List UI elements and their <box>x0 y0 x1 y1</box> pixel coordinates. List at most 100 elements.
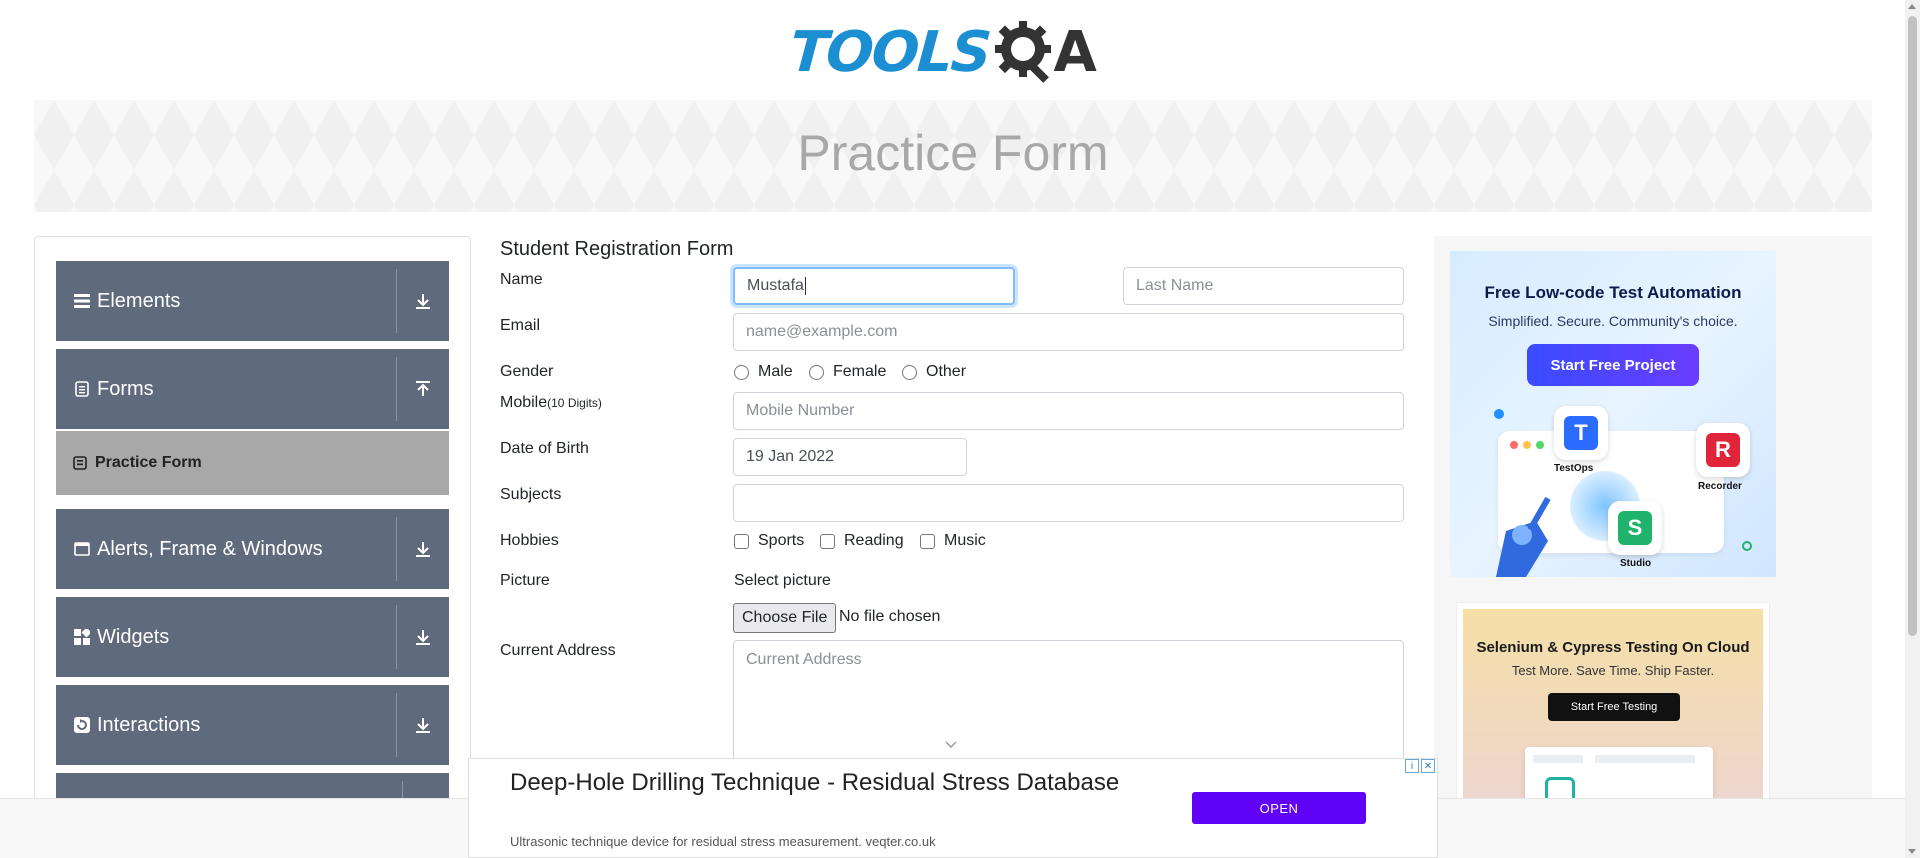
ad-title: Free Low-code Test Automation <box>1484 283 1742 302</box>
gender-radio-female[interactable]: Female <box>809 363 886 381</box>
sidebar-item-practice-form[interactable]: Practice Form <box>56 431 449 495</box>
info-icon[interactable]: i <box>1405 759 1419 773</box>
radio-label: Male <box>758 363 793 380</box>
logo-a-text: A <box>1053 19 1097 85</box>
sidebar: Elements Forms Practice Form Alerts, Fra… <box>34 236 471 858</box>
logo-tools-text: TOOLS <box>787 19 992 85</box>
sidebar-group-label: Interactions <box>97 713 201 736</box>
sidebar-group-widgets[interactable]: Widgets <box>56 597 449 677</box>
gender-radio-male[interactable]: Male <box>734 363 793 381</box>
document-icon <box>73 380 91 398</box>
form-title: Student Registration Form <box>500 238 734 260</box>
upload-arrow-icon[interactable] <box>397 381 449 397</box>
subjects-input[interactable] <box>733 484 1404 522</box>
mobile-label-text: Mobile <box>500 394 548 411</box>
download-arrow-icon[interactable] <box>397 717 449 733</box>
page-banner: Practice Form <box>34 100 1872 212</box>
window-dots <box>1510 441 1544 449</box>
product-label: TestOps <box>1554 463 1594 474</box>
ad-headline[interactable]: Deep-Hole Drilling Technique - Residual … <box>510 767 1130 799</box>
radio-circle[interactable] <box>734 364 749 380</box>
ad-subtitle: Test More. Save Time. Ship Faster. <box>1511 663 1715 678</box>
robot-icon <box>1496 496 1551 577</box>
hobby-checkbox-sports[interactable]: Sports <box>734 532 804 550</box>
scroll-thumb[interactable] <box>1908 16 1917 636</box>
ad-open-button[interactable]: OPEN <box>1192 792 1366 824</box>
select-picture-caption: Select picture <box>734 572 831 589</box>
text-caret <box>804 277 806 295</box>
list-icon <box>73 292 91 310</box>
recorder-tile: R <box>1696 423 1750 477</box>
hobby-checkbox-reading[interactable]: Reading <box>820 532 904 550</box>
decor-dot <box>1494 409 1504 419</box>
mobile-hint: (10 Digits) <box>547 396 602 410</box>
picture-label: Picture <box>500 572 550 589</box>
checkbox-label: Sports <box>758 532 805 549</box>
testops-tile: T <box>1554 406 1608 460</box>
start-free-project-button[interactable]: Start Free Project <box>1527 344 1699 386</box>
sidebar-group-label: Forms <box>97 377 154 400</box>
sidebar-group-interactions[interactable]: Interactions <box>56 685 449 765</box>
gender-radio-other[interactable]: Other <box>902 363 966 381</box>
bottom-ad[interactable]: Deep-Hole Drilling Technique - Residual … <box>468 758 1438 858</box>
mobile-input[interactable]: Mobile Number <box>733 392 1404 430</box>
sidebar-item-label: Practice Form <box>95 454 202 471</box>
download-arrow-icon[interactable] <box>397 541 449 557</box>
gender-label: Gender <box>500 363 554 380</box>
first-name-value: Mustafa <box>747 277 804 294</box>
choose-file-button[interactable]: Choose File <box>733 603 837 633</box>
hobbies-label: Hobbies <box>500 532 559 549</box>
sidebar-group-label: Elements <box>97 289 181 312</box>
checkbox-box[interactable] <box>734 533 749 549</box>
sidebar-group-label: Alerts, Frame & Windows <box>97 537 323 560</box>
resize-chevron-icon <box>945 741 957 748</box>
close-icon[interactable]: ✕ <box>1421 759 1435 773</box>
subjects-label: Subjects <box>500 486 562 503</box>
mobile-label: Mobile(10 Digits) <box>500 394 602 412</box>
email-label: Email <box>500 317 541 334</box>
product-label: Recorder <box>1698 481 1742 492</box>
checkbox-box[interactable] <box>820 533 835 549</box>
download-arrow-icon[interactable] <box>397 629 449 645</box>
email-input[interactable]: name@example.com <box>733 313 1404 351</box>
download-arrow-icon[interactable] <box>397 293 449 309</box>
form-icon <box>73 456 87 470</box>
hobby-checkbox-music[interactable]: Music <box>920 532 986 550</box>
window-icon <box>73 540 91 558</box>
toolsqa-logo[interactable]: TOOLS A <box>787 14 1097 90</box>
last-name-input[interactable]: Last Name <box>1123 267 1404 305</box>
ad-choices[interactable]: i ✕ <box>1405 759 1435 773</box>
radio-circle[interactable] <box>809 364 824 380</box>
sidebar-group-elements[interactable]: Elements <box>56 261 449 341</box>
page-title: Practice Form <box>797 125 1109 181</box>
page-scrollbar[interactable] <box>1905 0 1920 858</box>
sidebar-group-forms[interactable]: Forms <box>56 349 449 429</box>
ad-title: Selenium & Cypress Testing On Cloud <box>1476 639 1750 656</box>
ad-description: Ultrasonic technique device for residual… <box>510 834 936 849</box>
dob-input[interactable]: 19 Jan 2022 <box>733 438 967 476</box>
page: TOOLS A Practice Form Elements Forms Pra… <box>0 0 1920 858</box>
scroll-up-arrow-icon[interactable] <box>1908 4 1916 9</box>
checkbox-box[interactable] <box>920 533 935 549</box>
checkbox-label: Reading <box>844 532 904 549</box>
ad-column: Free Low-code Test Automation Simplified… <box>1434 236 1872 858</box>
current-address-label: Current Address <box>500 642 616 659</box>
gear-magnifier-icon <box>995 21 1052 83</box>
radio-label: Other <box>926 363 967 380</box>
studio-tile: S <box>1608 501 1662 555</box>
ad-katalon[interactable]: Free Low-code Test Automation Simplified… <box>1450 251 1776 577</box>
product-label: Studio <box>1620 558 1652 569</box>
radio-circle[interactable] <box>902 364 917 380</box>
radio-label: Female <box>833 363 887 380</box>
first-name-input[interactable]: Mustafa <box>733 267 1015 305</box>
start-free-testing-button[interactable]: Start Free Testing <box>1548 693 1680 721</box>
name-label: Name <box>500 271 543 288</box>
sidebar-group-label: Widgets <box>97 625 170 648</box>
widgets-icon <box>73 628 91 646</box>
scroll-down-arrow-icon[interactable] <box>1908 849 1916 854</box>
file-status: No file chosen <box>839 608 941 625</box>
ad-subtitle: Simplified. Secure. Community's choice. <box>1488 313 1738 329</box>
decor-ring <box>1742 541 1752 551</box>
checkbox-label: Music <box>944 532 986 549</box>
sidebar-group-alerts[interactable]: Alerts, Frame & Windows <box>56 509 449 589</box>
